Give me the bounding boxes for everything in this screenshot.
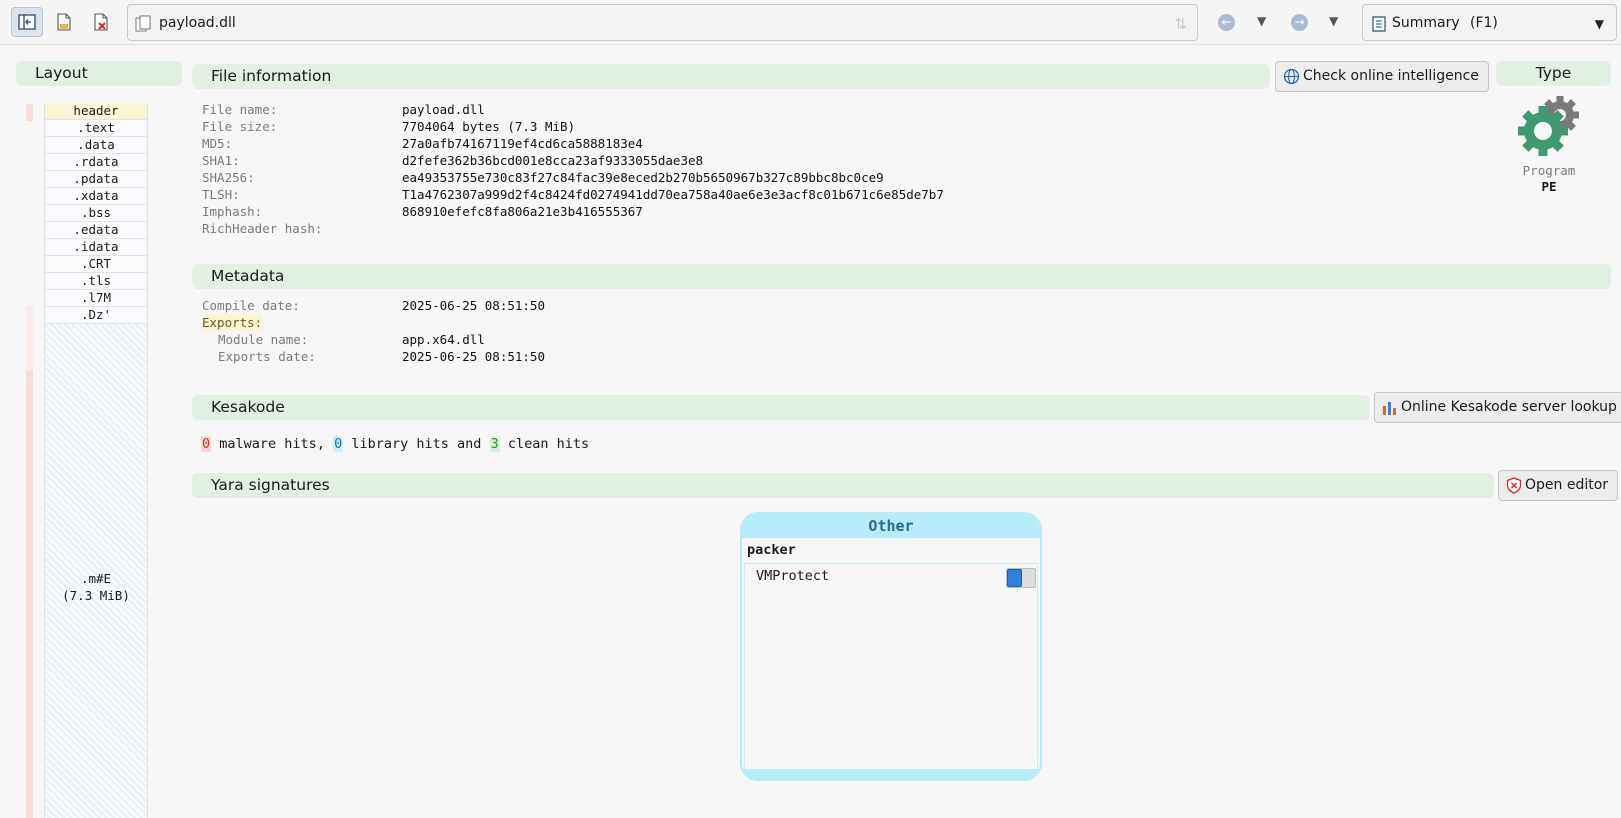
md5-value: 27a0afb74167119ef4cd6ca5888183e4 [402,136,643,151]
file-info-rows: File name: payload.dll File size: 770406… [202,101,1302,237]
summary-icon [1372,16,1386,32]
chevron-down-icon: ▼ [1594,17,1604,31]
back-history-icon[interactable]: ▼ [1257,14,1266,28]
open-editor-label: Open editor [1525,477,1609,493]
sha256-key: SHA256: [202,170,255,185]
card-footer [742,769,1040,779]
kesakode-summary: 0 malware hits, 0 library hits and 3 cle… [201,436,589,452]
open-file-button[interactable] [48,7,80,37]
md5-key: MD5: [202,136,233,151]
yara-rule-name[interactable]: VMProtect [756,568,829,584]
file-information-heading: File information [192,64,1270,89]
section-header[interactable]: header [45,103,147,120]
section-large-name: .m#E [80,571,112,586]
tlsh-key: TLSH: [202,187,240,202]
exports-date-value: 2025-06-25 08:51:50 [402,349,545,364]
close-file-icon [94,13,108,31]
gear-icon [1518,96,1579,156]
file-size-value: 7704064 bytes (7.3 MiB) [402,119,576,134]
card-title: Other [742,514,1040,538]
close-file-button[interactable] [85,7,117,37]
section-bss[interactable]: .bss [45,205,147,222]
sha1-value: d2fefe362b36bcd001e8cca23af9333055dae3e8 [402,153,704,168]
section-xdata[interactable]: .xdata [45,188,147,205]
forward-icon[interactable]: → [1291,14,1308,31]
exports-label: Exports: [202,314,263,331]
kesakode-heading: Kesakode [192,395,1370,420]
view-select[interactable]: Summary (F1) ▼ [1362,4,1617,41]
richheader-hash-key: RichHeader hash: [202,221,323,236]
yara-rule-toggle[interactable] [1006,568,1036,588]
file-size-key: File size: [202,119,278,134]
back-icon[interactable]: ← [1218,14,1235,31]
view-label: Summary [1392,15,1460,31]
sort-icon[interactable]: ⇅ [1174,15,1187,33]
layout-marker [26,371,33,818]
malware-hits-text: malware hits, [219,436,325,452]
section-idata[interactable]: .idata [45,239,147,256]
section-dz[interactable]: .Dz' [45,307,147,324]
module-name-value: app.x64.dll [402,332,485,347]
show-layout-button[interactable] [11,7,43,37]
section-large[interactable]: .m#E (7.3 MiB) [45,570,147,604]
malware-hits-count: 0 [201,436,212,452]
clean-hits-count: 3 [489,436,500,452]
open-editor-button[interactable]: Open editor [1498,470,1619,501]
toggle-knob [1007,569,1022,587]
library-hits-text: library hits and [351,436,482,452]
sha1-key: SHA1: [202,153,240,168]
globe-icon [1283,68,1300,85]
clean-hits-text: clean hits [507,436,590,452]
section-large-size: (7.3 MiB) [62,588,130,603]
open-file-icon [57,13,71,31]
online-kesakode-lookup-button[interactable]: Online Kesakode server lookup [1374,392,1621,423]
sha256-value: ea49353755e730c83f27c84fac39e8eced2b270b… [402,170,884,185]
layout-panel-icon [18,14,36,30]
shield-close-icon [1506,477,1522,494]
exports-date-key: Exports date: [218,349,316,364]
yara-category-card: Other packer VMProtect [740,512,1042,781]
file-path-text: payload.dll [159,15,236,31]
copy-files-icon [135,15,151,32]
sections-column: header .text .data .rdata .pdata .xdata … [44,103,148,818]
section-crt[interactable]: .CRT [45,256,147,273]
check-online-intelligence-label: Check online intelligence [1303,68,1479,84]
section-pdata[interactable]: .pdata [45,171,147,188]
section-text[interactable]: .text [45,120,147,137]
section-data[interactable]: .data [45,137,147,154]
section-tls[interactable]: .tls [45,273,147,290]
type-name: Program [1522,163,1576,178]
path-field[interactable]: payload.dll ⇅ [127,4,1198,41]
forward-history-icon[interactable]: ▼ [1329,14,1338,28]
module-name-key: Module name: [218,332,309,347]
card-category: packer [747,542,796,558]
view-shortcut: (F1) [1470,15,1498,31]
kesakode-icon [1383,401,1396,415]
layout-heading: Layout [16,61,182,86]
imphash-key: Imphash: [202,204,263,219]
layout-marker [26,104,33,121]
tlsh-value: T1a4762307a999d2f4c8424fd0274941dd70ea75… [402,187,944,202]
file-name-key: File name: [202,102,278,117]
section-rdata[interactable]: .rdata [45,154,147,171]
yara-signatures-heading: Yara signatures [192,473,1494,498]
library-hits-count: 0 [333,436,344,452]
type-heading: Type [1496,61,1611,86]
metadata-heading: Metadata [192,264,1611,289]
layout-marker [26,306,33,371]
check-online-intelligence-button[interactable]: Check online intelligence [1275,61,1489,92]
compile-date-value: 2025-06-25 08:51:50 [402,298,545,313]
metadata-rows: Compile date: 2025-06-25 08:51:50 Export… [202,297,802,365]
card-rule-list [744,564,1038,769]
section-edata[interactable]: .edata [45,222,147,239]
section-l7m[interactable]: .l7M [45,290,147,307]
layout-markers [26,104,33,818]
compile-date-key: Compile date: [202,298,300,313]
file-name-value: payload.dll [402,102,485,117]
toolbar: payload.dll ⇅ ← ▼ → ▼ Summary (F1) ▼ [0,0,1621,45]
online-kesakode-lookup-label: Online Kesakode server lookup [1401,399,1617,415]
type-format: PE [1541,179,1557,194]
imphash-value: 868910efefc8fa806a21e3b416555367 [402,204,643,219]
